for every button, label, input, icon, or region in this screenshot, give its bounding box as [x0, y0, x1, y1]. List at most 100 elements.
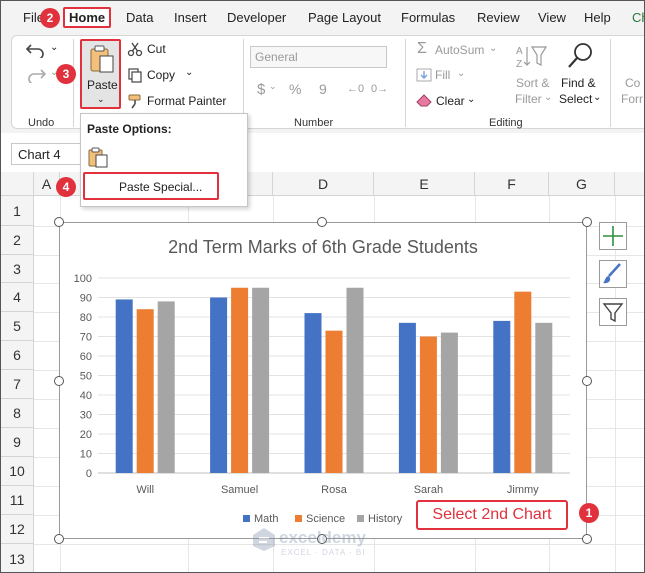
bar-math-will	[115, 299, 133, 473]
chart-object[interactable]: 2nd Term Marks of 6th Grade Students 0 10…	[59, 222, 587, 539]
row-header[interactable]: 7	[1, 370, 34, 399]
gridline	[615, 196, 616, 572]
conditional-label-1[interactable]: Co	[625, 76, 640, 90]
tab-view[interactable]: View	[538, 10, 566, 25]
row-header[interactable]: 4	[1, 283, 34, 312]
bar-history-sarah	[440, 332, 458, 473]
column-header-h[interactable]	[615, 172, 644, 196]
tab-insert[interactable]: Insert	[174, 10, 207, 25]
resize-handle-top-left[interactable]	[54, 217, 64, 227]
tab-data[interactable]: Data	[126, 10, 153, 25]
paste-button[interactable]: Paste ⌄	[80, 39, 121, 109]
bar-science-rosa	[325, 330, 343, 473]
cut-icon[interactable]	[127, 41, 143, 57]
autosum-dropdown-icon[interactable]: ⌄	[489, 43, 497, 54]
redo-icon[interactable]	[25, 65, 47, 83]
currency-icon[interactable]: $	[257, 81, 265, 98]
percent-icon[interactable]: %	[289, 81, 301, 97]
fill-dropdown-icon[interactable]: ⌄	[457, 68, 465, 79]
find-select-label-1[interactable]: Find &	[561, 76, 596, 90]
x-tick-label: Jimmy	[507, 484, 539, 496]
fill-icon[interactable]	[416, 68, 432, 82]
copy-label[interactable]: Copy	[147, 68, 175, 82]
chart-elements-button[interactable]	[599, 222, 627, 250]
row-header[interactable]: 1	[1, 196, 34, 226]
row-header[interactable]: 8	[1, 399, 34, 428]
legend-label-history: History	[368, 513, 403, 525]
chart-filters-button[interactable]	[599, 298, 627, 326]
resize-handle-bottom-left[interactable]	[54, 534, 64, 544]
copy-icon[interactable]	[127, 67, 143, 83]
column-header-f[interactable]: F	[475, 172, 549, 196]
column-header-e[interactable]: E	[374, 172, 475, 196]
bar-science-samuel	[231, 287, 249, 473]
y-tick-label: 0	[86, 468, 92, 480]
conditional-label-2[interactable]: Forr	[621, 92, 643, 106]
format-painter-label[interactable]: Format Painter	[147, 94, 226, 108]
row-header[interactable]: 9	[1, 428, 34, 457]
comma-icon[interactable]: 9	[319, 81, 327, 97]
row-header[interactable]: 3	[1, 255, 34, 283]
currency-dropdown-icon[interactable]: ⌄	[269, 81, 277, 92]
sort-filter-label-1[interactable]: Sort &	[516, 76, 549, 90]
format-painter-icon[interactable]	[127, 93, 143, 109]
magnifier-icon[interactable]	[566, 41, 596, 71]
tab-formulas[interactable]: Formulas	[401, 10, 455, 25]
x-tick-label: Will	[136, 484, 154, 496]
resize-handle-right[interactable]	[582, 376, 592, 386]
eraser-icon[interactable]	[415, 93, 433, 107]
name-box[interactable]: Chart 4	[11, 143, 83, 165]
y-tick-label: 50	[80, 371, 92, 383]
step-badge-3: 3	[56, 64, 76, 84]
resize-handle-top[interactable]	[317, 217, 327, 227]
sort-filter-icon[interactable]: A Z	[516, 43, 548, 71]
autosum-icon[interactable]: Σ	[417, 40, 427, 58]
cut-label[interactable]: Cut	[147, 42, 166, 56]
resize-handle-top-right[interactable]	[582, 217, 592, 227]
undo-icon[interactable]	[25, 40, 47, 58]
row-header[interactable]: 5	[1, 312, 34, 341]
row-header[interactable]: 11	[1, 486, 34, 515]
find-select-dropdown-icon[interactable]: ⌄	[593, 92, 601, 103]
row-header[interactable]: 12	[1, 515, 34, 544]
column-header-g[interactable]: G	[549, 172, 615, 196]
tab-home[interactable]: Home	[63, 7, 112, 28]
clear-dropdown-icon[interactable]: ⌄	[467, 94, 475, 105]
tab-review[interactable]: Review	[477, 10, 520, 25]
sort-filter-dropdown-icon[interactable]: ⌄	[544, 92, 552, 103]
autosum-label[interactable]: AutoSum	[435, 43, 484, 57]
copy-dropdown-icon[interactable]: ⌄	[185, 67, 193, 78]
sort-filter-label-2[interactable]: Filter	[515, 92, 542, 106]
decrease-decimal-icon[interactable]: 0→	[371, 83, 388, 95]
bar-science-sarah	[419, 336, 437, 473]
tab-developer[interactable]: Developer	[227, 10, 286, 25]
y-axis-labels: 0 10 20 30 40 50 60 70 80 90 100	[74, 273, 92, 480]
resize-handle-left[interactable]	[54, 376, 64, 386]
resize-handle-bottom-right[interactable]	[582, 534, 592, 544]
number-format-select[interactable]: General	[250, 46, 387, 68]
find-select-label-2[interactable]: Select	[559, 92, 592, 106]
chart-styles-button[interactable]	[599, 260, 627, 288]
ribbon-separator	[405, 39, 406, 127]
y-tick-label: 100	[74, 273, 92, 285]
paste-icon[interactable]	[87, 146, 109, 168]
row-header[interactable]: 10	[1, 457, 34, 486]
clipboard-icon	[90, 45, 114, 73]
row-header[interactable]: 6	[1, 341, 34, 370]
select-all-corner[interactable]	[1, 172, 34, 196]
row-header[interactable]: 2	[1, 226, 34, 255]
column-header-d[interactable]: D	[273, 172, 374, 196]
increase-decimal-icon[interactable]: ←0	[347, 83, 364, 95]
tab-chart[interactable]: Ch	[632, 10, 644, 25]
logo-icon	[253, 528, 275, 551]
paste-special-item[interactable]: Paste Special...	[83, 172, 219, 200]
tab-page-layout[interactable]: Page Layout	[308, 10, 381, 25]
svg-text:A: A	[516, 46, 523, 57]
tab-help[interactable]: Help	[584, 10, 611, 25]
clear-label[interactable]: Clear	[436, 94, 465, 108]
fill-label[interactable]: Fill	[435, 68, 450, 82]
undo-dropdown-icon[interactable]: ⌄	[50, 42, 58, 53]
row-header[interactable]: 13	[1, 544, 34, 572]
y-tick-label: 40	[80, 390, 92, 402]
legend-label-science: Science	[306, 513, 345, 525]
